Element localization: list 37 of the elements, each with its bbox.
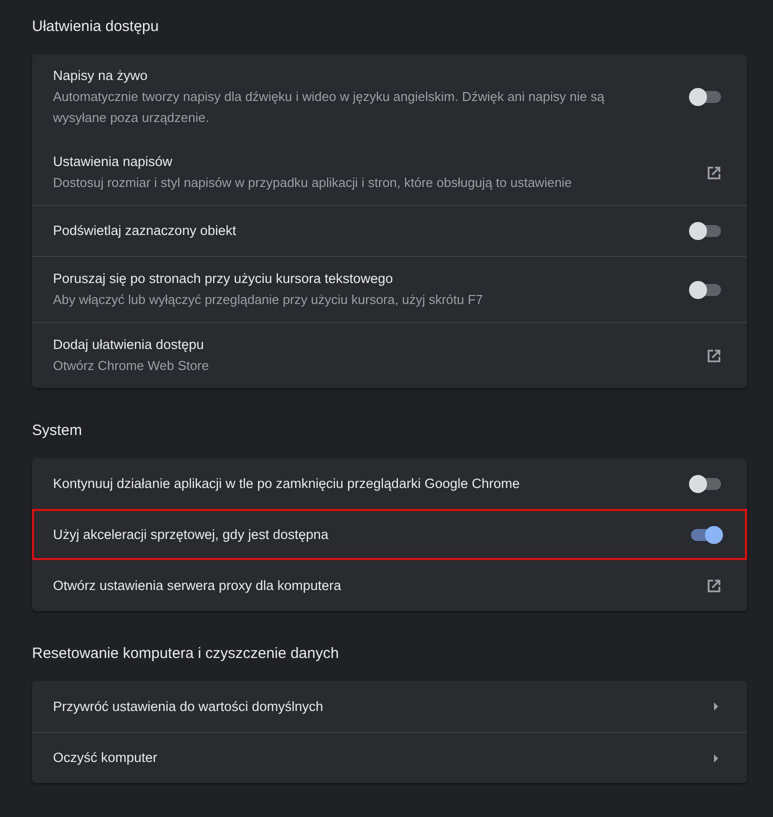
setting-label: Przywróć ustawienia do wartości domyślnych [53, 698, 324, 716]
settings-row[interactable]: Napisy na żywo Automatycznie tworzy napisy dla dźwięku i wideo w języku angielskim. Dźwięk ani napisy nie są wysyłane poza urządzenie. [32, 54, 747, 140]
section-heading: Resetowanie komputera i czyszczenie danych [32, 644, 340, 664]
setting-label: Podświetlaj zaznaczony obiekt [53, 222, 238, 240]
setting-label: Dodaj ułatwienia dostępu [53, 336, 205, 354]
settings-row[interactable]: Oczyść komputer [32, 732, 747, 783]
settings-row[interactable]: Podświetlaj zaznaczony obiekt [32, 205, 747, 256]
setting-label: Ustawienia napisów [53, 153, 174, 171]
arrow-right-icon[interactable] [714, 702, 719, 711]
settings-row[interactable]: Otwórz ustawienia serwera proxy dla komputera [32, 560, 747, 611]
settings-row[interactable]: Poruszaj się po stronach przy użyciu kursora tekstowego Aby włączyć lub wyłączyć przeglądanie przy użyciu kursora, użyj skrótu F7 [32, 256, 747, 322]
section-heading: System [32, 421, 84, 441]
toggle-switch[interactable] [689, 280, 723, 298]
toggle-switch[interactable] [689, 88, 723, 106]
settings-row[interactable]: Kontynuuj działanie aplikacji w tle po zamknięciu przeglądarki Google Chrome [32, 458, 747, 509]
highlighted-row[interactable]: Użyj akceleracji sprzętowej, gdy jest dostępna [32, 509, 747, 560]
settings-row[interactable]: Dodaj ułatwienia dostępu Otwórz Chrome Web Store [32, 322, 747, 388]
setting-label: Użyj akceleracji sprzętowej, gdy jest dostępna [53, 526, 330, 544]
setting-label: Oczyść komputer [53, 749, 158, 767]
toggle-switch[interactable] [689, 222, 723, 240]
setting-label: Napisy na żywo [53, 67, 149, 85]
setting-label: Kontynuuj działanie aplikacji w tle po zamknięciu przeglądarki Google Chrome [53, 474, 521, 493]
setting-description: Dostosuj rozmiar i styl napisów w przypadku aplikacji i stron, które obsługują to ustawienie [53, 174, 573, 192]
section-heading: Ułatwienia dostępu [32, 17, 160, 37]
external-link-icon[interactable] [705, 576, 723, 594]
setting-description: Aby włączyć lub wyłączyć przeglądanie przy użyciu kursora, użyj skrótu F7 [53, 291, 484, 309]
setting-description: Automatycznie tworzy napisy dla dźwięku i wideo w języku angielskim. Dźwięk ani napisy nie są wysyłane poza urządzenie. [53, 88, 606, 127]
settings-row[interactable]: Przywróć ustawienia do wartości domyślnych [32, 681, 747, 732]
setting-label: Otwórz ustawienia serwera proxy dla komputera [53, 576, 342, 595]
arrow-right-icon[interactable] [714, 754, 719, 762]
toggle-switch[interactable] [689, 526, 723, 544]
toggle-switch[interactable] [689, 474, 723, 492]
setting-label: Poruszaj się po stronach przy użyciu kursora tekstowego [53, 270, 394, 288]
settings-row[interactable]: Ustawienia napisów Dostosuj rozmiar i styl napisów w przypadku aplikacji i stron, które obsługują to ustawienie [32, 140, 747, 205]
external-link-icon[interactable] [705, 164, 723, 182]
external-link-icon[interactable] [705, 346, 723, 364]
setting-description: Otwórz Chrome Web Store [53, 357, 210, 375]
